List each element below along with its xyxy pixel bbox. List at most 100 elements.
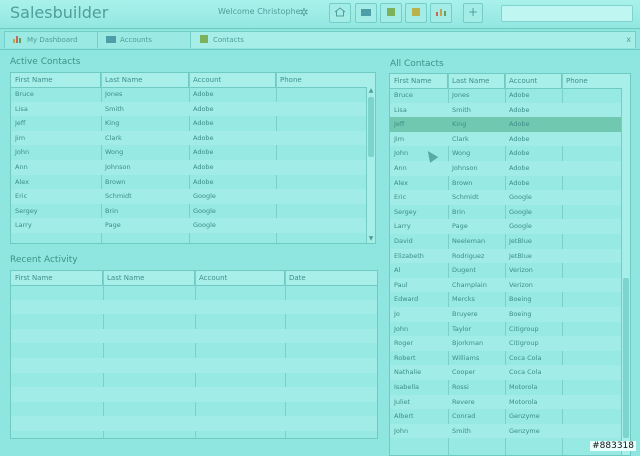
table-row[interactable] xyxy=(11,299,377,315)
column-header[interactable]: First Name xyxy=(11,271,103,285)
table-cell xyxy=(11,373,103,388)
scroll-thumb[interactable] xyxy=(623,278,629,438)
table-cell: Adobe xyxy=(509,91,530,99)
table-cell: Alex xyxy=(394,178,408,187)
scrollbar[interactable] xyxy=(621,88,630,455)
column-header[interactable]: Phone xyxy=(562,74,622,88)
table-cell: Sergey xyxy=(15,206,38,215)
add-button[interactable]: + xyxy=(463,3,483,23)
table-row[interactable]: Larry Page Google xyxy=(11,218,375,233)
column-header[interactable]: Account xyxy=(189,73,276,87)
column-header[interactable]: Last Name xyxy=(101,73,189,87)
tab-contacts[interactable]: Contacts x xyxy=(190,31,636,48)
table-row[interactable] xyxy=(11,285,377,300)
table-cell: Coca Cola xyxy=(509,353,542,362)
table-cell: Lisa xyxy=(394,105,407,114)
table-row[interactable]: Bruce Jones Adobe xyxy=(11,87,375,102)
table-cell: Adobe xyxy=(509,134,530,143)
close-tab-icon[interactable]: x xyxy=(626,35,631,45)
table-cell xyxy=(562,365,622,380)
table-row[interactable]: Larry Page Google xyxy=(390,219,630,234)
scroll-thumb[interactable] xyxy=(368,97,374,157)
table-row[interactable]: Al Dugent Verizon xyxy=(390,263,630,278)
table-row[interactable]: Ann Johnson Adobe xyxy=(11,160,375,175)
table-row[interactable]: Sergey Brin Google xyxy=(11,204,375,219)
table-cell xyxy=(276,160,366,175)
reports-shortcut-button[interactable] xyxy=(430,3,452,23)
table-row[interactable]: Jim Clark Adobe xyxy=(390,131,630,147)
column-header[interactable]: Last Name xyxy=(103,271,195,285)
settings-icon[interactable]: ✲ xyxy=(296,5,312,21)
table-row[interactable]: Lisa Smith Adobe xyxy=(11,101,375,117)
column-header[interactable]: First Name xyxy=(11,73,101,87)
table-cell: Google xyxy=(509,207,532,216)
table-row[interactable]: Eric Schmidt Google xyxy=(11,189,375,204)
search-input[interactable] xyxy=(501,5,633,22)
column-header[interactable]: Account xyxy=(505,74,562,88)
tab-my-dashboard[interactable]: My Dashboard xyxy=(4,31,98,48)
table-row[interactable]: Sergey Brin Google xyxy=(390,205,630,220)
table-cell xyxy=(562,322,622,337)
table-row[interactable]: John Smith Genzyme xyxy=(390,423,630,439)
scroll-down-icon[interactable]: ▼ xyxy=(367,235,375,243)
table-row[interactable]: Paul Champlain Verizon xyxy=(390,277,630,293)
table-row[interactable]: Roger Bjorkman Citigroup xyxy=(390,336,630,351)
column-header[interactable]: Account xyxy=(195,271,285,285)
table-row[interactable] xyxy=(11,343,377,358)
table-row[interactable] xyxy=(11,402,377,417)
table-row[interactable]: Edward Mercks Boeing xyxy=(390,292,630,307)
table-row[interactable]: Alex Brown Adobe xyxy=(390,176,630,191)
home-button[interactable] xyxy=(329,3,351,23)
table-cell: Larry xyxy=(15,221,32,230)
bar-chart-icon xyxy=(436,9,446,16)
contacts-shortcut-button[interactable] xyxy=(380,3,402,23)
table-row[interactable]: Isabella Rossi Motorola xyxy=(390,380,630,395)
table-row[interactable]: Juliet Revere Motorola xyxy=(390,394,630,410)
table-cell xyxy=(562,263,622,278)
table-cell: Adobe xyxy=(509,149,530,158)
table-row[interactable]: Lisa Smith Adobe xyxy=(390,102,630,118)
table-cell xyxy=(562,307,622,322)
table-row[interactable]: Albert Conrad Genzyme xyxy=(390,409,630,424)
table-row[interactable]: Robert Williams Coca Cola xyxy=(390,351,630,366)
scrollbar[interactable]: ▲ ▼ xyxy=(366,87,375,243)
table-row[interactable] xyxy=(11,387,377,402)
table-row[interactable]: Eric Schmidt Google xyxy=(390,190,630,205)
tab-accounts[interactable]: Accounts xyxy=(97,31,191,48)
book-icon xyxy=(200,35,208,43)
table-cell xyxy=(562,395,622,410)
table-row[interactable]: Jo Bruyere Boeing xyxy=(390,307,630,322)
table-row[interactable]: Elizabeth Rodriguez JetBlue xyxy=(390,248,630,264)
table-row[interactable]: Jeff King Adobe xyxy=(390,117,630,132)
table-cell xyxy=(562,249,622,264)
column-header[interactable]: Phone xyxy=(276,73,366,87)
table-row[interactable] xyxy=(11,358,377,373)
table-cell xyxy=(11,358,103,373)
table-row[interactable]: Alex Brown Adobe xyxy=(11,175,375,190)
scroll-up-icon[interactable]: ▲ xyxy=(367,87,375,95)
table-row[interactable] xyxy=(11,373,377,388)
table-cell xyxy=(195,358,285,373)
table-row[interactable]: Ann Johnson Adobe xyxy=(390,161,630,176)
table-row[interactable]: John Taylor Citigroup xyxy=(390,322,630,337)
table-cell xyxy=(562,103,622,118)
accounts-shortcut-button[interactable] xyxy=(355,3,377,23)
table-cell xyxy=(285,373,377,388)
table-row[interactable]: Jeff King Adobe xyxy=(11,116,375,131)
column-header[interactable]: Last Name xyxy=(448,74,505,88)
table-cell xyxy=(285,329,377,344)
table-row[interactable]: John Wong Adobe xyxy=(11,145,375,160)
table-row[interactable] xyxy=(11,314,377,329)
table-row[interactable]: David Neeleman JetBlue xyxy=(390,234,630,249)
table-row[interactable]: Nathalie Cooper Coca Cola xyxy=(390,365,630,380)
table-cell: Jo xyxy=(394,310,400,318)
table-row[interactable] xyxy=(11,328,377,344)
table-cell: Google xyxy=(509,193,532,202)
column-header[interactable]: First Name xyxy=(390,74,448,88)
notes-shortcut-button[interactable] xyxy=(405,3,427,23)
table-row[interactable]: Jim Clark Adobe xyxy=(11,130,375,146)
table-cell: Williams xyxy=(452,353,480,362)
table-row[interactable] xyxy=(11,416,377,431)
column-header[interactable]: Date xyxy=(285,271,377,285)
table-row[interactable]: Bruce Jones Adobe xyxy=(390,88,630,103)
